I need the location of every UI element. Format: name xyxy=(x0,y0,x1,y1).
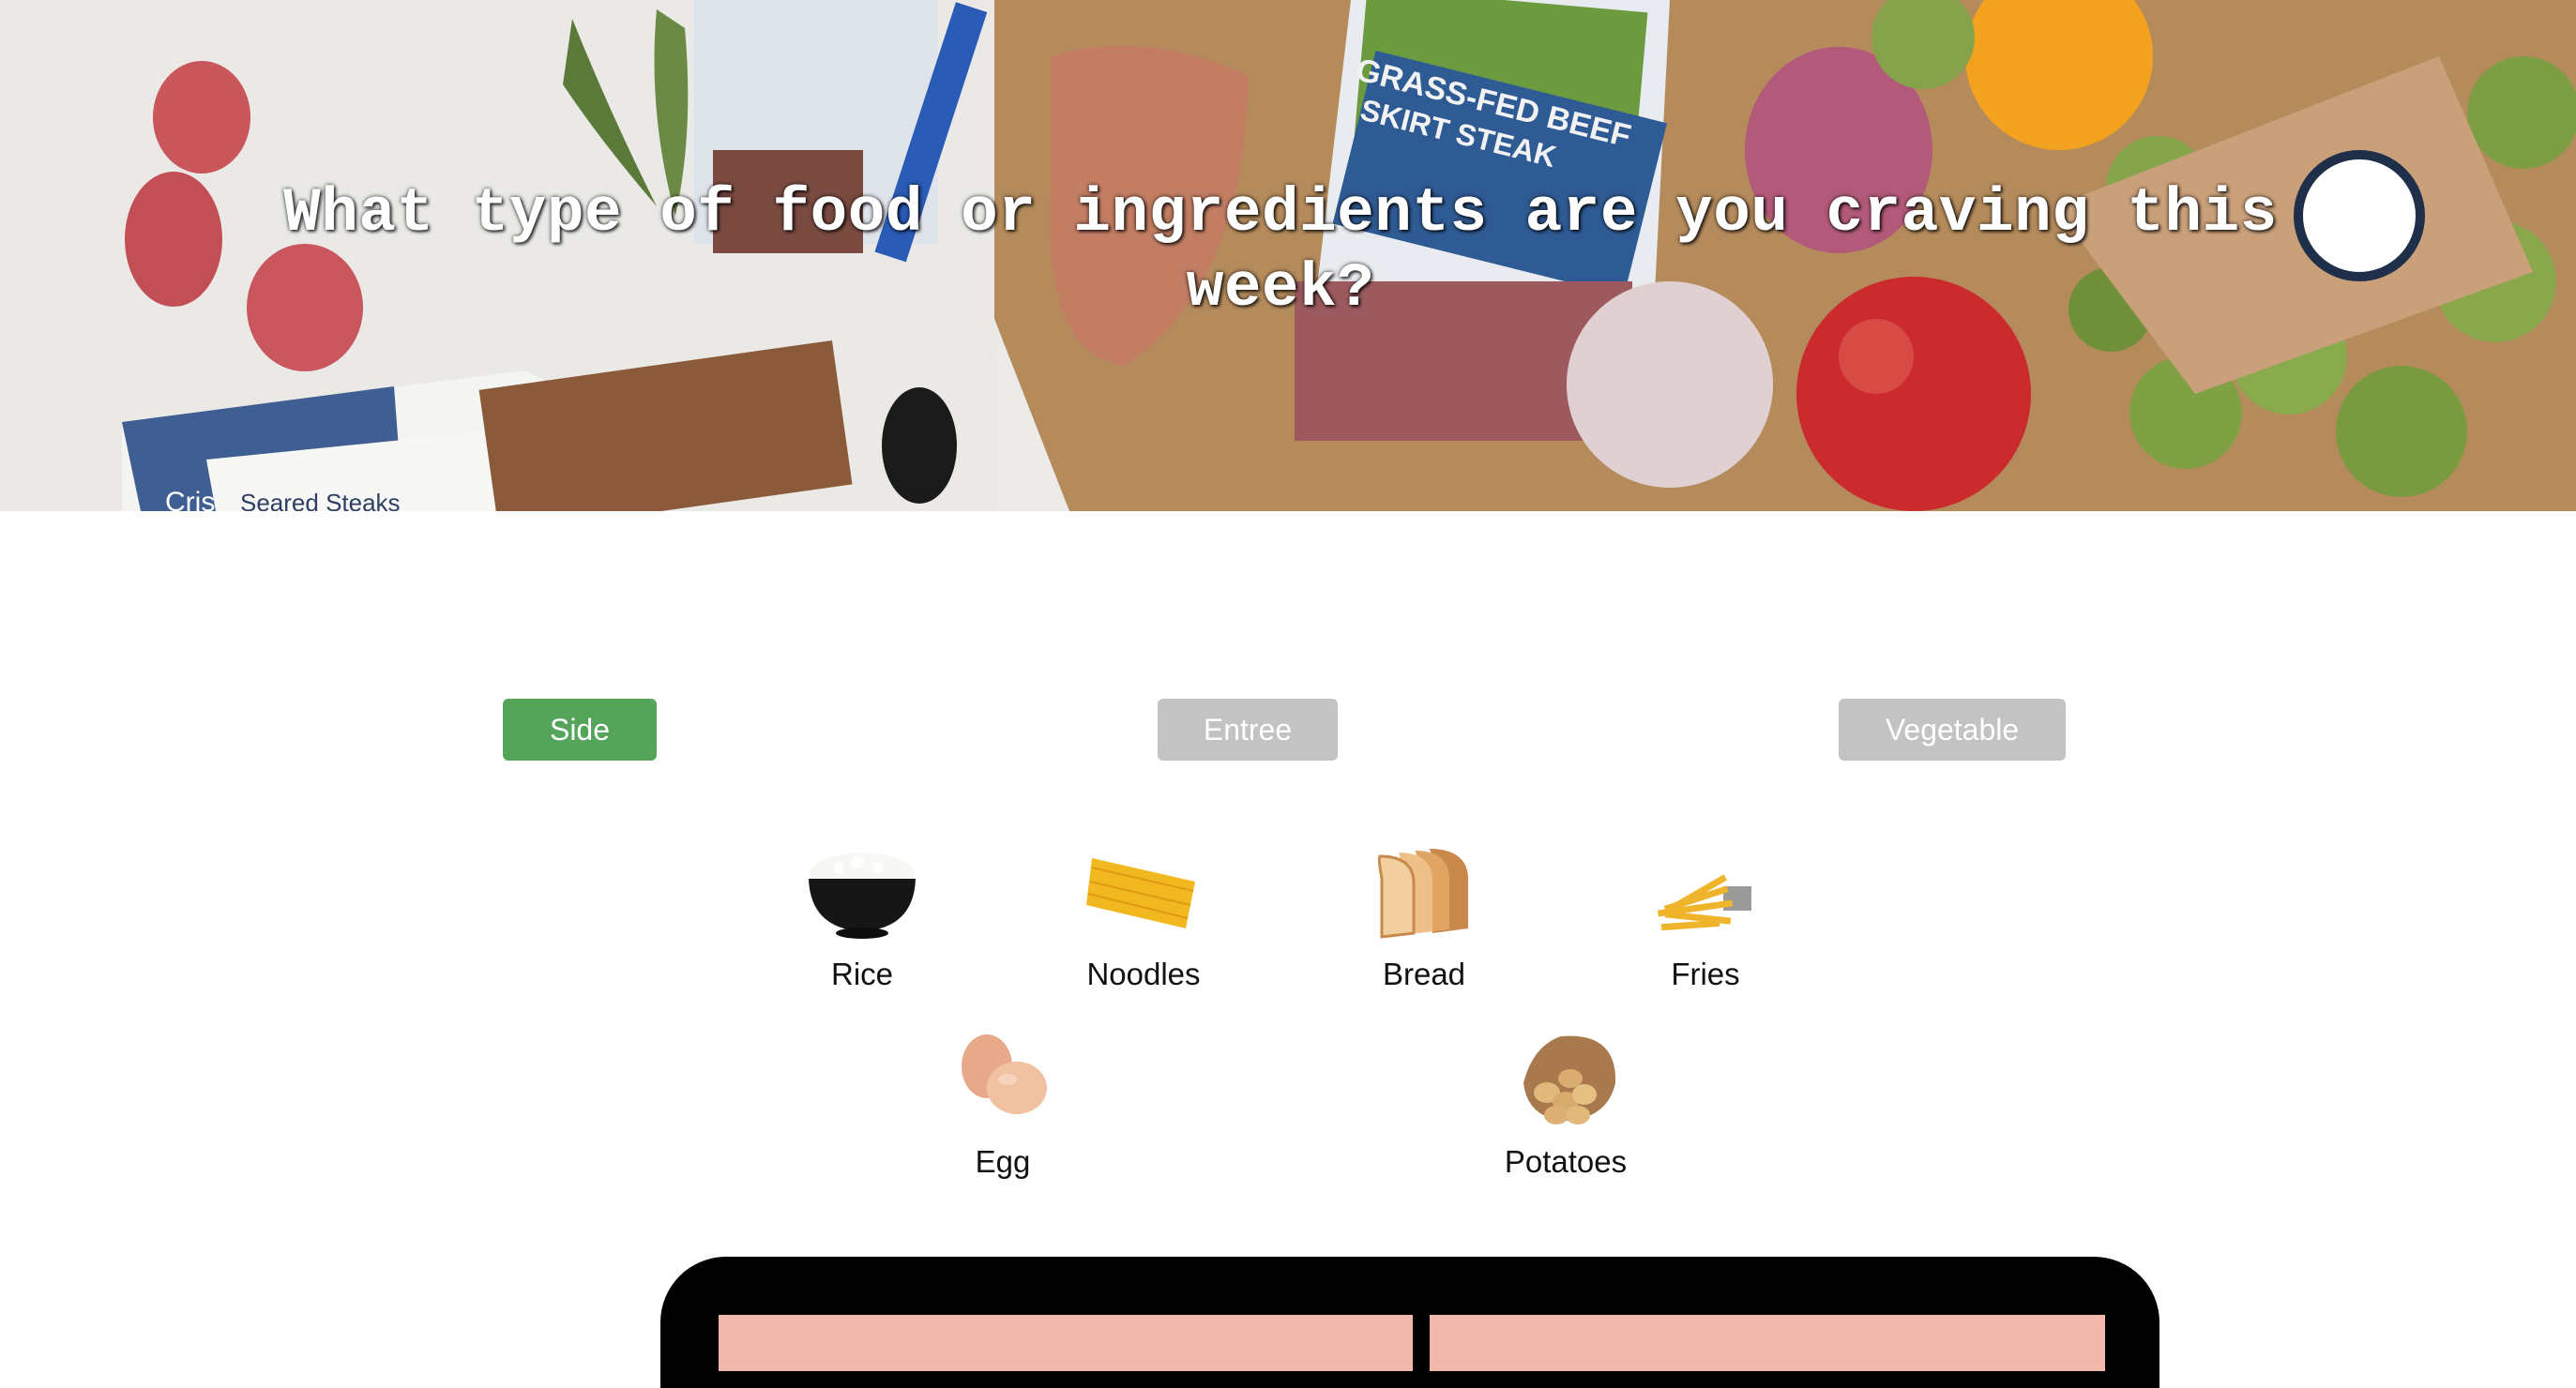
selection-panel xyxy=(660,1257,2159,1388)
food-label-noodles: Noodles xyxy=(1086,957,1201,991)
food-item-rice[interactable]: Rice xyxy=(759,839,965,1018)
egg-icon xyxy=(962,1034,1047,1114)
panel-slot-left xyxy=(719,1315,1413,1371)
hero-banner: Cris Seared Steaks GRASS-FED BEEF SKIRT … xyxy=(0,0,2576,511)
tab-entree[interactable]: Entree xyxy=(1158,699,1338,761)
bread-icon xyxy=(1377,849,1468,939)
food-label-fries: Fries xyxy=(1671,957,1740,991)
tab-side[interactable]: Side xyxy=(503,699,657,761)
panel-slot-right xyxy=(1430,1315,2105,1371)
food-label-egg: Egg xyxy=(975,1144,1031,1179)
tab-vegetable[interactable]: Vegetable xyxy=(1839,699,2066,761)
food-item-egg[interactable]: Egg xyxy=(900,1027,1106,1205)
svg-text:Cris: Cris xyxy=(165,487,215,511)
food-item-bread[interactable]: Bread xyxy=(1321,839,1527,1018)
food-item-potatoes[interactable]: Potatoes xyxy=(1462,1027,1669,1205)
food-item-fries[interactable]: Fries xyxy=(1602,839,1809,1018)
noodles-icon xyxy=(1086,858,1195,928)
fries-icon xyxy=(1657,874,1751,931)
food-label-bread: Bread xyxy=(1382,957,1466,991)
rice-bowl-icon xyxy=(809,852,916,939)
page-title: What type of food or ingredients are you… xyxy=(283,178,2278,324)
food-item-noodles[interactable]: Noodles xyxy=(1040,839,1247,1018)
svg-text:Seared Steaks: Seared Steaks xyxy=(240,489,401,511)
potatoes-icon xyxy=(1523,1035,1616,1124)
food-label-rice: Rice xyxy=(830,957,894,991)
food-label-potatoes: Potatoes xyxy=(1504,1144,1628,1179)
